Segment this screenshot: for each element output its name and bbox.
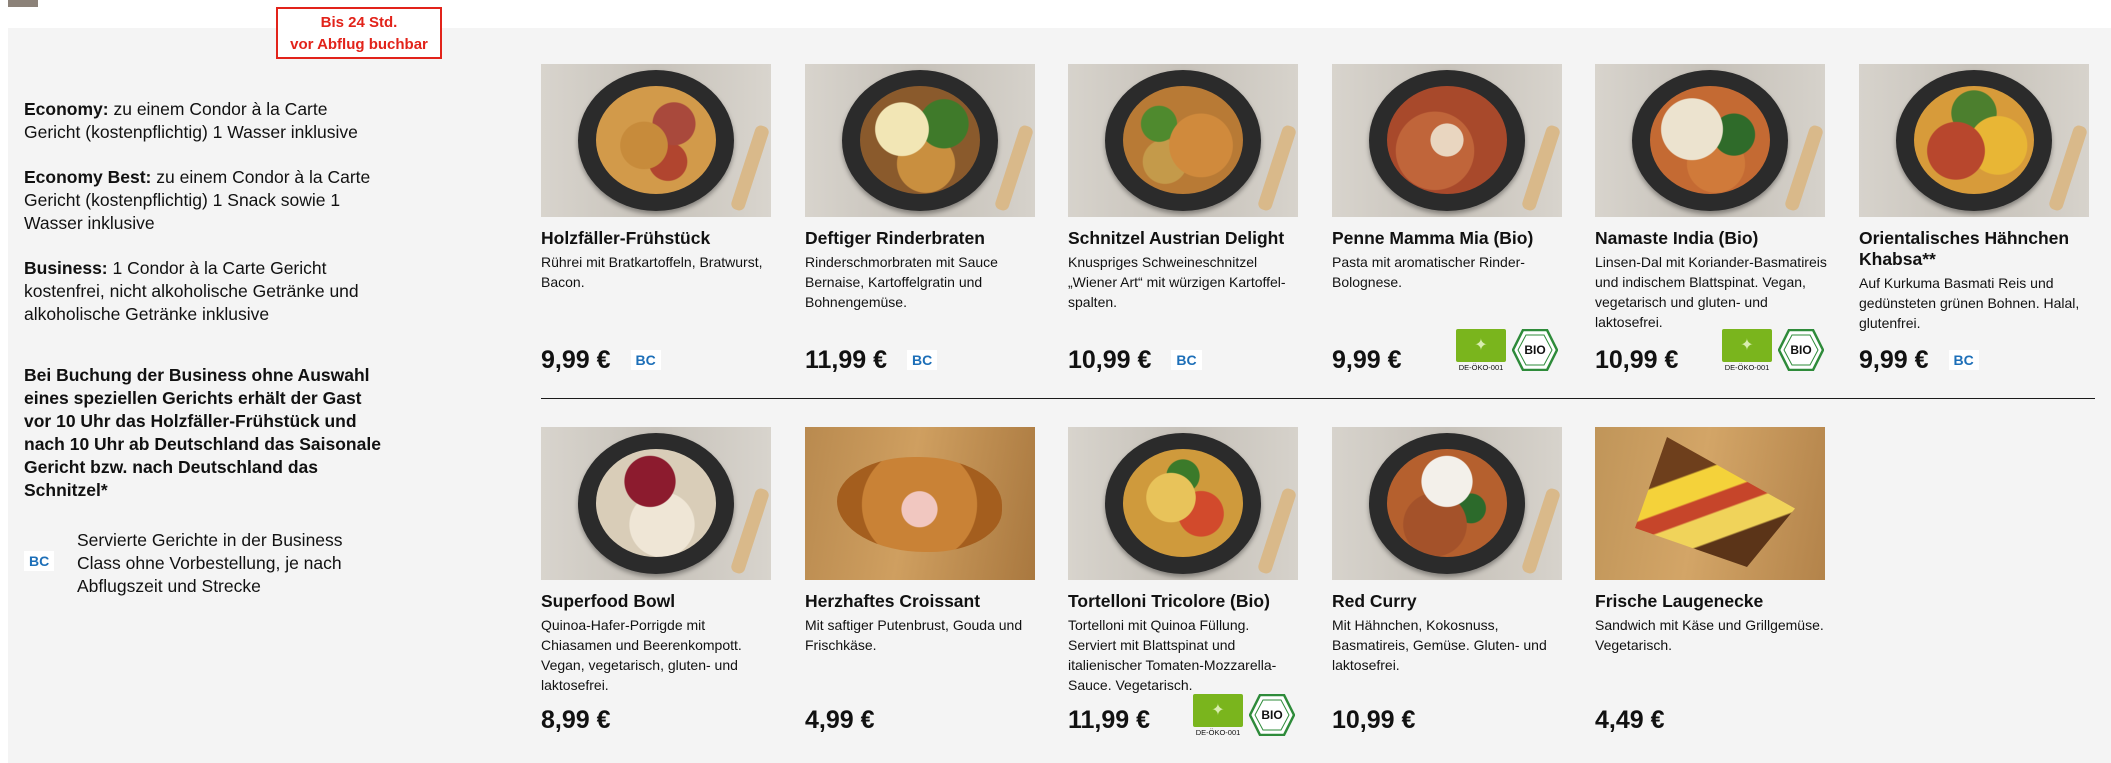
product-name: Red Curry (1332, 591, 1417, 611)
pretzel-sandwich-photo (1595, 427, 1825, 580)
product-name: Herzhaftes Croissant (805, 591, 981, 611)
product-card[interactable]: Schnitzel Austrian Delight Knuspriges Sc… (1068, 64, 1300, 374)
bc-badge: BC (630, 350, 661, 370)
bc-badge: BC (1948, 350, 1979, 370)
product-card[interactable]: Holzfäller-Frühstück Rührei mit Bratkart… (541, 64, 773, 374)
eu-organic-logo: DE-ÖKO-001 (1193, 694, 1243, 738)
superfood-bowl-photo (541, 427, 771, 580)
price-row: 10,99 € (1332, 705, 1415, 735)
product-description: Pasta mit aromatischer Rinder-Bolognese. (1332, 254, 1525, 290)
bio-seal-icon: BIO (1777, 328, 1825, 372)
product-price: 10,99 € (1068, 346, 1152, 374)
price-row: 4,99 € (805, 705, 875, 735)
product-description: Rinderschmorbraten mit Sauce Bernaise, K… (805, 254, 998, 310)
product-price: 11,99 € (1068, 706, 1151, 734)
svg-text:BIO: BIO (1524, 343, 1545, 357)
product-name: Tortelloni Tricolore (Bio) (1068, 591, 1270, 611)
price-row: 9,99 € (1332, 345, 1402, 375)
product-description: Rührei mit Bratkartoffeln, Bratwurst, Ba… (541, 254, 763, 290)
roast-beef-bowl-photo (805, 64, 1035, 217)
row-divider (541, 398, 2095, 399)
bio-seal-icon: BIO (1248, 693, 1296, 737)
price-row: 9,99 € BC (541, 345, 661, 375)
tortelloni-bowl-photo (1068, 427, 1298, 580)
svg-text:BIO: BIO (1790, 343, 1811, 357)
economy-info: Economy: zu einem Condor à la Carte Geri… (24, 99, 358, 142)
product-price: 11,99 € (805, 346, 888, 374)
product-name: Penne Mamma Mia (Bio) (1332, 228, 1534, 248)
price-row: 10,99 € (1595, 345, 1678, 375)
fare-info: Economy: zu einem Condor à la Carte Geri… (24, 98, 386, 502)
product-description: Auf Kurkuma Basmati Reis und gedünsteten… (1859, 275, 2080, 331)
price-row: 8,99 € (541, 705, 611, 735)
product-card[interactable]: Red Curry Mit Hähnchen, Kokosnuss, Basma… (1332, 427, 1564, 734)
bc-badge: BC (24, 551, 55, 571)
bc-badge: BC (1171, 350, 1202, 370)
product-description: Sandwich mit Käse und Grillgemüse. Veget… (1595, 617, 1824, 653)
product-card[interactable]: Herzhaftes Croissant Mit saftiger Putenb… (805, 427, 1037, 734)
product-card[interactable]: Frische Laugenecke Sandwich mit Käse und… (1595, 427, 1827, 734)
price-row: 9,99 € BC (1859, 345, 1979, 375)
product-card[interactable]: Penne Mamma Mia (Bio) Pasta mit aromatis… (1332, 64, 1564, 374)
penne-bowl-photo (1332, 64, 1562, 217)
price-row: 4,49 € (1595, 705, 1665, 735)
product-price: 9,99 € (1859, 346, 1929, 374)
product-price: 4,49 € (1595, 706, 1665, 734)
business-info: Business: 1 Condor à la Carte Gericht ko… (24, 258, 359, 324)
product-description: Knuspriges Schweineschnitzel „Wiener Art… (1068, 254, 1286, 310)
product-price: 4,99 € (805, 706, 875, 734)
product-name: Schnitzel Austrian Delight (1068, 228, 1285, 248)
bc-legend-text: Servierte Gerichte in der Business Class… (77, 530, 343, 596)
product-card[interactable]: Orientalisches Hähnchen Khabsa** Auf Kur… (1859, 64, 2091, 374)
schnitzel-bowl-photo (1068, 64, 1298, 217)
eu-organic-logo: DE-ÖKO-001 (1722, 329, 1772, 373)
product-price: 8,99 € (541, 706, 611, 734)
product-card[interactable]: Deftiger Rinderbraten Rinderschmorbraten… (805, 64, 1037, 374)
stamp-line-2: vor Abflug buchbar (290, 36, 428, 53)
breakfast-bowl-photo (541, 64, 771, 217)
product-card[interactable]: Tortelloni Tricolore (Bio) Tortelloni mi… (1068, 427, 1300, 737)
product-name: Superfood Bowl (541, 591, 676, 611)
product-price: 9,99 € (541, 346, 611, 374)
product-name: Frische Laugenecke (1595, 591, 1764, 611)
product-name: Deftiger Rinderbraten (805, 228, 985, 248)
product-description: Linsen-Dal mit Koriander-Basmati­reis un… (1595, 254, 1827, 330)
croissant-photo (805, 427, 1035, 580)
dal-bowl-photo (1595, 64, 1825, 217)
price-row: 10,99 € BC (1068, 345, 1202, 375)
price-row: 11,99 € BC (805, 345, 938, 375)
stamp-line-1: Bis 24 Std. (320, 14, 398, 31)
booking-deadline-stamp: Bis 24 Std. vor Abflug buchbar (276, 7, 442, 59)
product-price: 10,99 € (1595, 346, 1679, 374)
eu-organic-logo: DE-ÖKO-001 (1456, 329, 1506, 373)
product-card[interactable]: Superfood Bowl Quinoa-Hafer-Porrigde mit… (541, 427, 773, 734)
red-curry-bowl-photo (1332, 427, 1562, 580)
product-card[interactable]: Namaste India (Bio) Linsen-Dal mit Koria… (1595, 64, 1827, 374)
product-description: Tortelloni mit Quinoa Füllung. Serviert … (1068, 617, 1277, 693)
bio-seal-icon: BIO (1511, 328, 1559, 372)
khabsa-bowl-photo (1859, 64, 2089, 217)
economy-best-info: Economy Best: zu einem Condor à la Carte… (24, 167, 371, 233)
product-name: Namaste India (Bio) (1595, 228, 1759, 248)
bc-badge: BC (907, 350, 938, 370)
product-name: Holzfäller-Frühstück (541, 228, 711, 248)
product-description: Mit Hähnchen, Kokosnuss, Basmatireis, Ge… (1332, 617, 1547, 673)
product-name: Orientalisches Hähnchen Khabsa** (1859, 228, 2070, 269)
product-price: 10,99 € (1332, 706, 1416, 734)
bc-legend: BC Servierte Gerichte in der Business Cl… (24, 529, 384, 598)
price-row: 11,99 € (1068, 705, 1150, 735)
business-default-meal-note: Bei Buchung der Business ohne Auswahl ei… (24, 365, 381, 500)
svg-text:BIO: BIO (1261, 708, 1282, 722)
product-price: 9,99 € (1332, 346, 1402, 374)
corner-tab (8, 0, 38, 7)
product-description: Mit saftiger Putenbrust, Gouda und Frisc… (805, 617, 1023, 653)
product-description: Quinoa-Hafer-Porrigde mit Chiasamen und … (541, 617, 742, 693)
